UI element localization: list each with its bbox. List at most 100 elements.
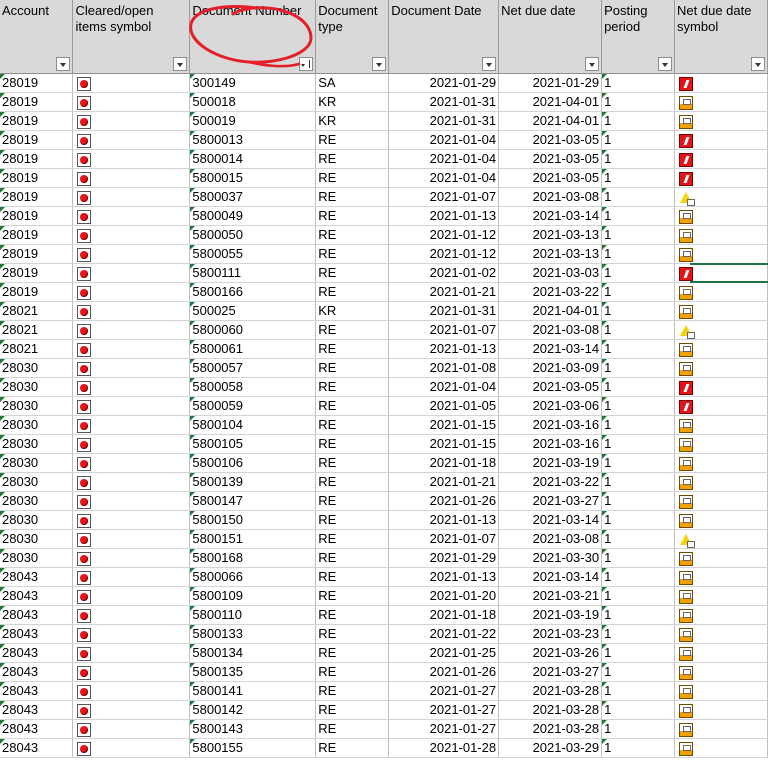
cell-account[interactable]: 28021 bbox=[0, 320, 74, 340]
column-header-due-symbol[interactable]: Net due date symbol bbox=[674, 0, 768, 74]
cell-doc-number[interactable]: 5800013 bbox=[189, 130, 317, 150]
column-header-net-due[interactable]: Net due date bbox=[498, 0, 603, 74]
cell-net-due[interactable]: 2021-04-01 bbox=[498, 111, 603, 131]
cell-account[interactable]: 28019 bbox=[0, 111, 74, 131]
cell-doc-type[interactable]: RE bbox=[315, 358, 390, 378]
cell-doc-date[interactable]: 2021-01-13 bbox=[388, 567, 500, 587]
cell-net-due[interactable]: 2021-03-16 bbox=[498, 415, 603, 435]
cell-net-due[interactable]: 2021-03-05 bbox=[498, 149, 603, 169]
cell-account[interactable]: 28019 bbox=[0, 92, 74, 112]
cell-doc-number[interactable]: 5800166 bbox=[189, 282, 317, 302]
cell-net-due[interactable]: 2021-04-01 bbox=[498, 92, 603, 112]
cell-posting-period[interactable]: 1 bbox=[601, 225, 676, 245]
cell-doc-date[interactable]: 2021-01-28 bbox=[388, 738, 500, 758]
cell-net-due[interactable]: 2021-03-08 bbox=[498, 529, 603, 549]
cell-doc-type[interactable]: KR bbox=[315, 92, 390, 112]
cell-doc-type[interactable]: RE bbox=[315, 529, 390, 549]
cell-doc-date[interactable]: 2021-01-26 bbox=[388, 491, 500, 511]
cell-posting-period[interactable]: 1 bbox=[601, 567, 676, 587]
cell-due-symbol[interactable] bbox=[674, 377, 768, 397]
cell-doc-type[interactable]: RE bbox=[315, 149, 390, 169]
cell-posting-period[interactable]: 1 bbox=[601, 130, 676, 150]
cell-posting-period[interactable]: 1 bbox=[601, 548, 676, 568]
cell-due-symbol[interactable] bbox=[674, 225, 768, 245]
cell-posting-period[interactable]: 1 bbox=[601, 510, 676, 530]
cell-doc-type[interactable]: RE bbox=[315, 168, 390, 188]
cell-net-due[interactable]: 2021-03-28 bbox=[498, 719, 603, 739]
cell-due-symbol[interactable] bbox=[674, 282, 768, 302]
cell-account[interactable]: 28030 bbox=[0, 377, 74, 397]
cell-doc-number[interactable]: 5800111 bbox=[189, 263, 317, 283]
cell-doc-date[interactable]: 2021-01-07 bbox=[388, 187, 500, 207]
cell-doc-type[interactable]: RE bbox=[315, 396, 390, 416]
cell-account[interactable]: 28019 bbox=[0, 168, 74, 188]
cell-cleared[interactable] bbox=[72, 320, 191, 340]
cell-net-due[interactable]: 2021-03-28 bbox=[498, 681, 603, 701]
cell-doc-number[interactable]: 5800139 bbox=[189, 472, 317, 492]
cell-net-due[interactable]: 2021-03-14 bbox=[498, 510, 603, 530]
cell-doc-number[interactable]: 5800060 bbox=[189, 320, 317, 340]
cell-net-due[interactable]: 2021-03-14 bbox=[498, 206, 603, 226]
cell-doc-type[interactable]: RE bbox=[315, 320, 390, 340]
cell-net-due[interactable]: 2021-03-22 bbox=[498, 472, 603, 492]
cell-cleared[interactable] bbox=[72, 605, 191, 625]
cell-cleared[interactable] bbox=[72, 434, 191, 454]
cell-posting-period[interactable]: 1 bbox=[601, 92, 676, 112]
cell-doc-type[interactable]: RE bbox=[315, 624, 390, 644]
column-header-doc-date[interactable]: Document Date bbox=[388, 0, 500, 74]
cell-doc-number[interactable]: 5800015 bbox=[189, 168, 317, 188]
cell-due-symbol[interactable] bbox=[674, 301, 768, 321]
cell-posting-period[interactable]: 1 bbox=[601, 643, 676, 663]
cell-posting-period[interactable]: 1 bbox=[601, 149, 676, 169]
cell-net-due[interactable]: 2021-03-13 bbox=[498, 225, 603, 245]
cell-doc-type[interactable]: RE bbox=[315, 244, 390, 264]
cell-doc-type[interactable]: RE bbox=[315, 719, 390, 739]
cell-doc-date[interactable]: 2021-01-31 bbox=[388, 111, 500, 131]
cell-net-due[interactable]: 2021-03-22 bbox=[498, 282, 603, 302]
cell-doc-type[interactable]: RE bbox=[315, 130, 390, 150]
cell-net-due[interactable]: 2021-03-14 bbox=[498, 567, 603, 587]
cell-cleared[interactable] bbox=[72, 301, 191, 321]
cell-due-symbol[interactable] bbox=[674, 434, 768, 454]
cell-doc-date[interactable]: 2021-01-04 bbox=[388, 130, 500, 150]
filter-dropdown-icon[interactable] bbox=[173, 57, 188, 71]
cell-due-symbol[interactable] bbox=[674, 605, 768, 625]
cell-due-symbol[interactable] bbox=[674, 73, 768, 93]
cell-doc-date[interactable]: 2021-01-04 bbox=[388, 377, 500, 397]
cell-doc-type[interactable]: RE bbox=[315, 453, 390, 473]
cell-doc-number[interactable]: 5800168 bbox=[189, 548, 317, 568]
cell-doc-type[interactable]: RE bbox=[315, 567, 390, 587]
cell-doc-type[interactable]: RE bbox=[315, 681, 390, 701]
cell-cleared[interactable] bbox=[72, 339, 191, 359]
cell-posting-period[interactable]: 1 bbox=[601, 73, 676, 93]
cell-doc-number[interactable]: 5800059 bbox=[189, 396, 317, 416]
cell-doc-type[interactable]: RE bbox=[315, 738, 390, 758]
cell-net-due[interactable]: 2021-03-21 bbox=[498, 586, 603, 606]
cell-account[interactable]: 28030 bbox=[0, 510, 74, 530]
cell-doc-type[interactable]: SA bbox=[315, 73, 390, 93]
cell-doc-number[interactable]: 5800058 bbox=[189, 377, 317, 397]
cell-doc-type[interactable]: RE bbox=[315, 643, 390, 663]
cell-posting-period[interactable]: 1 bbox=[601, 111, 676, 131]
cell-doc-type[interactable]: RE bbox=[315, 472, 390, 492]
cell-doc-type[interactable]: RE bbox=[315, 225, 390, 245]
cell-account[interactable]: 28043 bbox=[0, 700, 74, 720]
cell-doc-date[interactable]: 2021-01-31 bbox=[388, 301, 500, 321]
cell-net-due[interactable]: 2021-03-05 bbox=[498, 130, 603, 150]
cell-posting-period[interactable]: 1 bbox=[601, 719, 676, 739]
cell-doc-number[interactable]: 5800014 bbox=[189, 149, 317, 169]
cell-net-due[interactable]: 2021-03-13 bbox=[498, 244, 603, 264]
cell-doc-type[interactable]: RE bbox=[315, 491, 390, 511]
cell-due-symbol[interactable] bbox=[674, 662, 768, 682]
cell-cleared[interactable] bbox=[72, 681, 191, 701]
cell-account[interactable]: 28019 bbox=[0, 244, 74, 264]
cell-doc-type[interactable]: RE bbox=[315, 263, 390, 283]
cell-doc-number[interactable]: 5800147 bbox=[189, 491, 317, 511]
cell-account[interactable]: 28019 bbox=[0, 263, 74, 283]
cell-due-symbol[interactable] bbox=[674, 149, 768, 169]
cell-net-due[interactable]: 2021-03-28 bbox=[498, 700, 603, 720]
cell-posting-period[interactable]: 1 bbox=[601, 358, 676, 378]
cell-doc-date[interactable]: 2021-01-21 bbox=[388, 472, 500, 492]
cell-account[interactable]: 28043 bbox=[0, 662, 74, 682]
cell-account[interactable]: 28019 bbox=[0, 73, 74, 93]
